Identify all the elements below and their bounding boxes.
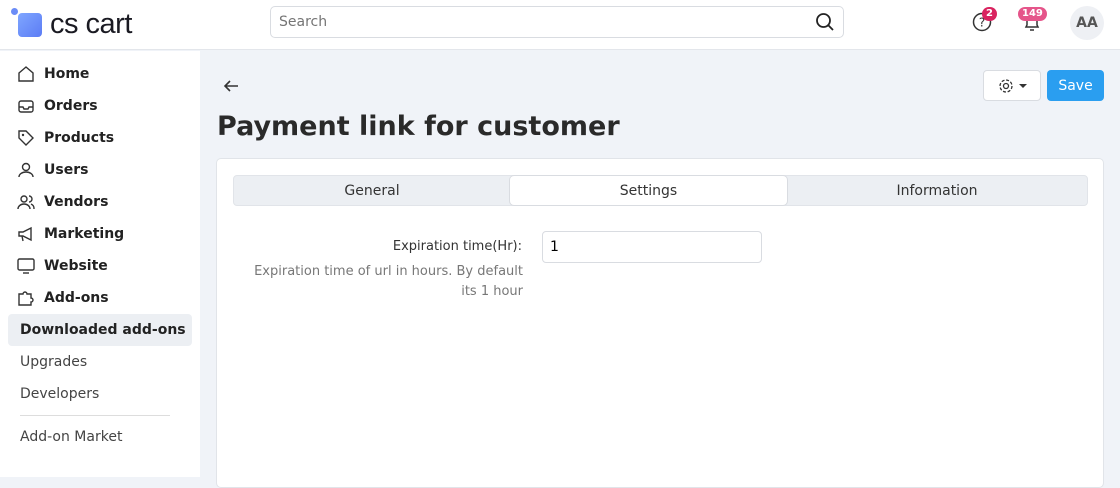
sidebar-item-products[interactable]: Products — [0, 122, 200, 154]
expiration-time-input[interactable] — [542, 231, 762, 263]
sidebar-item-users[interactable]: Users — [0, 154, 200, 186]
tab-settings[interactable]: Settings — [510, 176, 787, 205]
search-input[interactable] — [279, 14, 815, 30]
top-bar: cs cart ? 2 149 AA — [0, 0, 1120, 50]
sidebar-item-addons[interactable]: Add-ons — [0, 282, 200, 314]
user-icon — [18, 162, 34, 178]
users-icon — [17, 195, 35, 210]
save-button[interactable]: Save — [1047, 70, 1104, 101]
sidebar-item-vendors[interactable]: Vendors — [0, 186, 200, 218]
puzzle-icon — [18, 291, 34, 306]
sidebar-sub-downloaded-addons[interactable]: Downloaded add-ons — [8, 314, 192, 346]
settings-dropdown-button[interactable] — [983, 70, 1041, 101]
sidebar-addon-market[interactable]: Add-on Market — [8, 421, 192, 453]
tag-icon — [18, 130, 34, 146]
sidebar-item-home[interactable]: Home — [0, 58, 200, 90]
logo-mark — [11, 7, 42, 37]
settings-card: General Settings Information Expiration … — [216, 158, 1104, 488]
expiration-time-label: Expiration time(Hr): — [392, 239, 522, 254]
search-box[interactable] — [270, 6, 844, 38]
expiration-time-help: Expiration time of url in hours. By defa… — [254, 264, 523, 299]
sidebar-item-marketing[interactable]: Marketing — [0, 218, 200, 250]
page-title: Payment link for customer — [217, 111, 620, 142]
notifications-badge: 149 — [1018, 7, 1047, 21]
gear-icon — [999, 78, 1013, 93]
tab-general[interactable]: General — [234, 176, 510, 205]
sidebar-divider — [20, 415, 170, 416]
home-icon — [18, 66, 34, 82]
monitor-icon — [17, 258, 35, 274]
inbox-icon — [18, 100, 34, 113]
main-content: Payment link for customer Save General S… — [200, 51, 1120, 488]
logo[interactable]: cs cart — [11, 7, 132, 41]
search-icon[interactable] — [815, 12, 835, 32]
sidebar-item-orders[interactable]: Orders — [0, 90, 200, 122]
megaphone-icon — [18, 226, 32, 242]
help-badge: 2 — [982, 7, 997, 21]
sidebar-sub-upgrades[interactable]: Upgrades — [8, 346, 192, 378]
sidebar-sub-developers[interactable]: Developers — [8, 378, 192, 410]
sidebar: Home Orders Products Users Vendors Marke… — [0, 51, 200, 477]
sidebar-item-website[interactable]: Website — [0, 250, 200, 282]
tab-bar: General Settings Information — [233, 175, 1088, 206]
caret-down-icon — [1019, 83, 1027, 88]
avatar[interactable]: AA — [1070, 6, 1104, 40]
tab-information[interactable]: Information — [787, 176, 1087, 205]
back-arrow-icon[interactable] — [222, 77, 240, 95]
